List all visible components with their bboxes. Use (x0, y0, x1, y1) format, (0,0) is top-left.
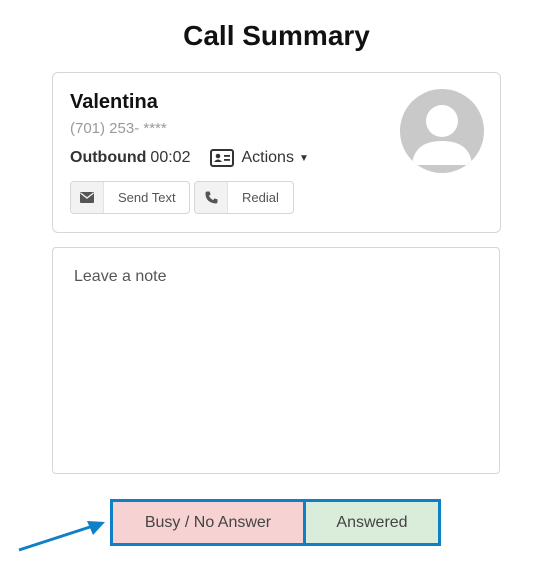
redial-button[interactable]: Redial (194, 181, 294, 214)
call-direction: Outbound (70, 149, 147, 166)
user-silhouette-icon (412, 105, 472, 165)
contact-phone: (701) 253- **** (70, 120, 167, 137)
contact-card-icon (210, 149, 235, 167)
caret-down-icon: ▼ (298, 152, 309, 164)
redial-label: Redial (242, 190, 279, 205)
actions-label: Actions (241, 149, 294, 166)
envelope-icon (71, 182, 104, 213)
avatar (400, 89, 484, 173)
call-outcome-group: Busy / No Answer Answered (110, 499, 441, 546)
call-summary-page: Call Summary Valentina (701) 253- **** O… (0, 0, 553, 565)
answered-button[interactable]: Answered (306, 502, 438, 543)
contact-card: Valentina (701) 253- **** Outbound 00:02… (52, 72, 501, 233)
pointer-arrow-icon (18, 521, 105, 552)
note-textarea[interactable] (52, 247, 500, 474)
phone-icon (195, 182, 228, 213)
contact-name: Valentina (70, 91, 158, 113)
page-title: Call Summary (183, 20, 370, 51)
actions-dropdown[interactable]: Actions ▼ (210, 149, 309, 167)
send-text-button[interactable]: Send Text (70, 181, 190, 214)
call-info: Outbound 00:02 Actions ▼ (70, 149, 309, 167)
call-duration: 00:02 (150, 149, 191, 166)
busy-no-answer-button[interactable]: Busy / No Answer (113, 502, 306, 543)
contact-action-buttons: Send Text Redial (70, 181, 294, 214)
send-text-label: Send Text (118, 190, 176, 205)
